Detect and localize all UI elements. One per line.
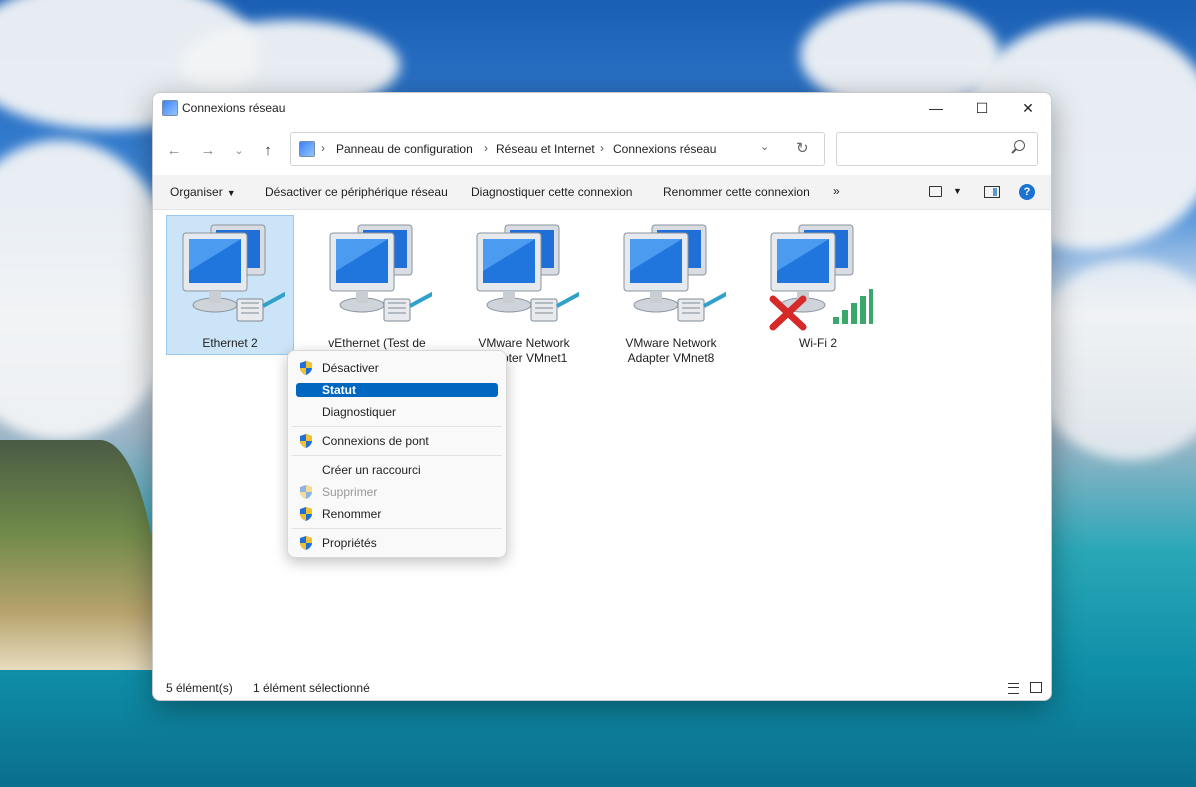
close-button[interactable]: ✕	[1005, 93, 1051, 123]
view-options-icon[interactable]	[929, 186, 942, 197]
connection-label: VMware Network Adapter VMnet8	[625, 336, 717, 365]
organize-button[interactable]: Organiser ▼	[170, 185, 236, 199]
menu-item-delete: Supprimer	[296, 485, 498, 499]
ethernet-adapter-icon	[476, 224, 579, 322]
minimize-button[interactable]: —	[913, 93, 959, 123]
connection-label: vEthernet (Test de	[328, 336, 426, 350]
connection-label: Wi-Fi 2	[799, 336, 837, 350]
preview-pane-icon[interactable]	[984, 186, 1000, 198]
address-bar[interactable]: › Panneau de configuration › Réseau et I…	[290, 132, 825, 166]
disable-device-button[interactable]: Désactiver ce périphérique réseau	[265, 185, 448, 199]
uac-shield-icon	[300, 485, 312, 499]
wifi-adapter-icon	[769, 224, 873, 331]
rename-connection-button[interactable]: Renommer cette connexion	[663, 185, 810, 199]
menu-separator	[292, 528, 502, 529]
navigation-bar: ← → ⌄ ↑ › Panneau de configuration › Rés…	[153, 123, 1051, 175]
menu-item-label: Désactiver	[322, 361, 379, 375]
large-icons-view-icon[interactable]	[1030, 682, 1042, 693]
menu-separator	[292, 455, 502, 456]
connection-item-vmnet1[interactable]: VMware Network Adapter VMnet1	[460, 215, 588, 365]
ethernet-adapter-icon	[329, 224, 432, 322]
item-count: 5 élément(s)	[166, 681, 233, 695]
menu-item-bridge-connections[interactable]: Connexions de pont	[296, 434, 498, 448]
back-arrow-icon[interactable]: ←	[164, 140, 184, 160]
caret-down-icon[interactable]: ▼	[953, 186, 962, 196]
details-view-icon[interactable]	[1008, 683, 1019, 694]
maximize-button[interactable]: ☐	[959, 93, 1005, 123]
menu-item-label: Diagnostiquer	[322, 405, 397, 419]
up-arrow-icon[interactable]: ↑	[258, 140, 278, 160]
menu-item-label: Supprimer	[322, 485, 378, 499]
more-options-icon[interactable]: »	[833, 184, 840, 198]
menu-item-label: Créer un raccourci	[322, 463, 421, 477]
connection-item-vethernet[interactable]: vEthernet (Test de	[313, 215, 441, 355]
refresh-icon[interactable]: ↻	[796, 139, 809, 157]
search-icon	[1014, 140, 1025, 151]
connection-item-wifi-2[interactable]: Wi-Fi 2	[754, 215, 882, 355]
recent-locations-icon[interactable]: ⌄	[229, 140, 249, 160]
help-icon[interactable]: ?	[1019, 184, 1035, 200]
organize-label: Organiser	[170, 185, 223, 199]
menu-item-label: Propriétés	[322, 536, 377, 550]
caret-down-icon: ▼	[226, 188, 236, 198]
menu-separator	[292, 426, 502, 427]
breadcrumb-separator: ›	[484, 141, 488, 155]
menu-item-label: Renommer	[322, 507, 382, 521]
selection-count: 1 élément sélectionné	[253, 681, 370, 695]
command-bar: Organiser ▼ Désactiver ce périphérique ré…	[153, 175, 1051, 210]
network-connections-icon	[162, 100, 178, 116]
status-bar: 5 élément(s) 1 élément sélectionné	[153, 673, 1051, 700]
breadcrumb-separator: ›	[321, 141, 325, 155]
menu-item-label: Connexions de pont	[322, 434, 429, 448]
control-panel-icon	[299, 141, 315, 157]
uac-shield-icon	[300, 361, 312, 375]
chevron-down-icon[interactable]: ⌄	[760, 140, 769, 153]
menu-item-rename[interactable]: Renommer	[296, 507, 498, 521]
menu-item-disable[interactable]: Désactiver	[296, 361, 498, 375]
uac-shield-icon	[300, 507, 312, 521]
menu-item-properties[interactable]: Propriétés	[296, 536, 498, 550]
uac-shield-icon	[300, 536, 312, 550]
breadcrumb-network-internet[interactable]: Réseau et Internet	[496, 142, 595, 156]
ethernet-adapter-icon	[182, 224, 285, 322]
context-menu: Désactiver Statut Diagnostiquer Connexio…	[287, 350, 507, 558]
forward-arrow-icon[interactable]: →	[198, 140, 218, 160]
breadcrumb-control-panel[interactable]: Panneau de configuration	[336, 142, 473, 156]
menu-item-create-shortcut[interactable]: Créer un raccourci	[296, 463, 498, 477]
ethernet-adapter-icon	[623, 224, 726, 322]
menu-item-diagnose[interactable]: Diagnostiquer	[296, 405, 498, 419]
window-title: Connexions réseau	[182, 101, 286, 115]
breadcrumb-separator: ›	[600, 141, 604, 155]
connection-item-vmnet8[interactable]: VMware Network Adapter VMnet8	[607, 215, 735, 365]
uac-shield-icon	[300, 434, 312, 448]
menu-item-status[interactable]: Statut	[296, 383, 498, 397]
search-input[interactable]	[836, 132, 1038, 166]
title-bar[interactable]: Connexions réseau — ☐ ✕	[153, 93, 1051, 123]
breadcrumb-network-connections[interactable]: Connexions réseau	[613, 142, 716, 156]
connection-item-ethernet-2[interactable]: Ethernet 2	[166, 215, 294, 355]
connection-label: Ethernet 2	[202, 336, 258, 350]
menu-item-label: Statut	[322, 383, 356, 397]
diagnose-button[interactable]: Diagnostiquer cette connexion	[471, 185, 632, 199]
